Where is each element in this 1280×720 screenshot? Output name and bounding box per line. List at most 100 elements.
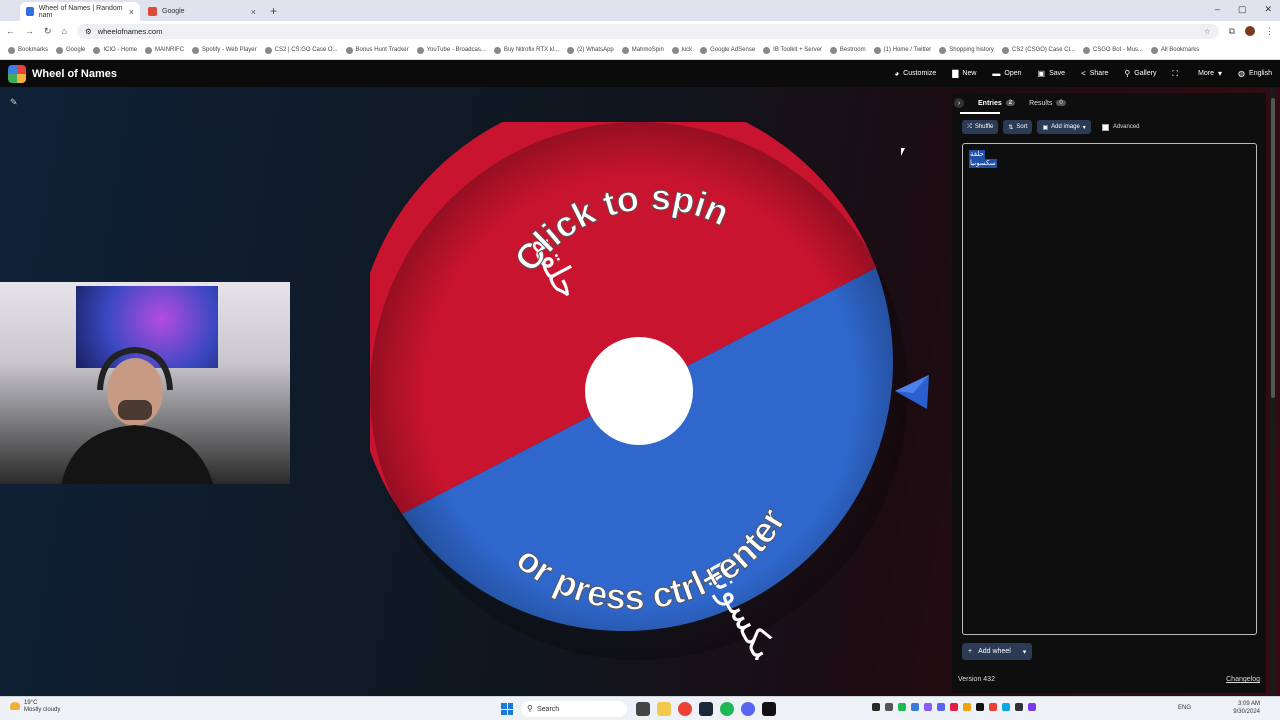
tray-app-icon[interactable] bbox=[1028, 703, 1036, 711]
tray-app-icon[interactable] bbox=[1002, 703, 1010, 711]
tray-app-icon[interactable] bbox=[885, 703, 893, 711]
profile-avatar[interactable] bbox=[1245, 26, 1255, 36]
page-scrollbar[interactable] bbox=[1270, 88, 1276, 695]
app-title[interactable]: Wheel of Names bbox=[32, 68, 117, 80]
menu-open-button[interactable]: ▬ Open bbox=[992, 69, 1021, 78]
wheel-center[interactable] bbox=[585, 337, 693, 445]
bookmark-item[interactable]: YouTube - Broadcas... bbox=[416, 46, 486, 54]
bookmark-item[interactable]: Buy Nitrofix RTX kl... bbox=[493, 46, 559, 54]
clock-time: 3:09 AM bbox=[1237, 701, 1260, 707]
bookmark-item[interactable]: Spotify - Web Player bbox=[192, 46, 257, 54]
scrollbar-thumb[interactable] bbox=[1271, 98, 1275, 398]
menu-gallery-button[interactable]: ⚲ Gallery bbox=[1124, 69, 1156, 78]
home-icon[interactable]: ⌂ bbox=[62, 26, 67, 36]
tray-app-icon[interactable] bbox=[989, 703, 997, 711]
browser-menu-icon[interactable]: ⋮ bbox=[1265, 26, 1274, 37]
reload-icon[interactable]: ↻ bbox=[44, 26, 52, 37]
bookmark-item[interactable]: Bestroom bbox=[829, 46, 866, 54]
tray-app-icon[interactable] bbox=[872, 703, 880, 711]
wheel[interactable]: حلقة سكسونيا Click to spin or press ctrl… bbox=[370, 122, 908, 660]
tab-entries[interactable]: Entries 2 bbox=[978, 100, 1016, 107]
bookmark-item[interactable]: (2) WhatsApp bbox=[567, 46, 614, 54]
bookmark-label: YouTube - Broadcas... bbox=[426, 47, 486, 53]
chevron-down-icon[interactable]: ▾ bbox=[1023, 648, 1027, 656]
add-wheel-button[interactable]: + Add wheel ▾ bbox=[962, 643, 1033, 660]
bookmark-label: MAINRIFC bbox=[155, 47, 185, 53]
start-button-icon[interactable] bbox=[501, 703, 513, 715]
sort-icon: ⇅ bbox=[1008, 124, 1014, 131]
chrome-icon[interactable] bbox=[678, 702, 692, 716]
tray-app-icon[interactable] bbox=[1015, 703, 1023, 711]
bookmark-item[interactable]: Google bbox=[56, 46, 85, 54]
bookmark-favicon-icon bbox=[763, 46, 771, 54]
edit-pencil-icon[interactable]: ✎ bbox=[10, 97, 22, 109]
changelog-link[interactable]: Changelog bbox=[1226, 676, 1260, 683]
menu-save-button[interactable]: ▣ Save bbox=[1038, 69, 1066, 78]
browser-tab-google[interactable]: Google × bbox=[142, 2, 262, 21]
browser-tab-wheel[interactable]: Wheel of Names | Random nam × bbox=[20, 2, 140, 21]
spotify-icon[interactable] bbox=[720, 702, 734, 716]
tab-results[interactable]: Results 0 bbox=[1029, 100, 1066, 107]
bookmark-item[interactable]: kick bbox=[671, 46, 692, 54]
bookmark-item[interactable]: CS2 (CSGO) Case Cl... bbox=[1001, 46, 1075, 54]
weather-widget[interactable]: 19°C Mostly cloudy bbox=[10, 700, 60, 714]
tray-app-icon[interactable] bbox=[911, 703, 919, 711]
language-indicator[interactable]: ENG bbox=[1178, 705, 1191, 711]
bookmark-item[interactable]: ICIO - Home bbox=[93, 46, 137, 54]
menu-more-button[interactable]: More ▾ bbox=[1198, 69, 1222, 78]
bookmark-star-icon[interactable]: ☆ bbox=[1204, 27, 1211, 36]
maximize-icon[interactable]: ▢ bbox=[1238, 4, 1247, 15]
close-tab-icon[interactable]: × bbox=[251, 7, 256, 17]
menu-english-button[interactable]: ◍ English bbox=[1238, 69, 1272, 78]
bookmark-item[interactable]: CS2 | CS:GO Case O... bbox=[264, 46, 338, 54]
forward-icon[interactable]: → bbox=[25, 26, 34, 36]
minimize-icon[interactable]: – bbox=[1215, 4, 1220, 15]
steam-icon[interactable] bbox=[699, 702, 713, 716]
extensions-icon[interactable]: ⧉ bbox=[1229, 26, 1235, 37]
task-view-icon[interactable] bbox=[636, 702, 650, 716]
epic-games-icon[interactable] bbox=[762, 702, 776, 716]
shuffle-button[interactable]: ⤮ Shuffle bbox=[962, 120, 999, 134]
checkbox-box[interactable] bbox=[1101, 123, 1109, 131]
menu-new-button[interactable]: ▇ New bbox=[952, 69, 976, 78]
back-icon[interactable]: ← bbox=[6, 26, 15, 36]
collapse-panel-icon[interactable]: › bbox=[954, 98, 964, 108]
tray-app-icon[interactable] bbox=[963, 703, 971, 711]
bookmark-item[interactable]: MahmoSpin bbox=[621, 46, 664, 54]
menu-share-button[interactable]: < Share bbox=[1081, 69, 1108, 78]
bookmark-item[interactable]: Bookmarks bbox=[8, 46, 48, 54]
app-logo-icon[interactable] bbox=[8, 64, 26, 83]
new-tab-icon[interactable]: + bbox=[270, 4, 277, 18]
bookmark-item[interactable]: CSGO Bot - Mus... bbox=[1082, 46, 1143, 54]
tray-app-icon[interactable] bbox=[950, 703, 958, 711]
close-tab-icon[interactable]: × bbox=[129, 7, 134, 17]
tray-app-icon[interactable] bbox=[976, 703, 984, 711]
bookmark-item[interactable]: Google AdSense bbox=[700, 46, 755, 54]
bookmark-item[interactable]: MAINRIFC bbox=[145, 46, 185, 54]
bookmark-item[interactable]: IB Toolkit + Server bbox=[763, 46, 822, 54]
menu-customize-button[interactable]: ◕ Customize bbox=[894, 69, 936, 78]
site-info-icon[interactable]: ⚙ bbox=[85, 27, 92, 36]
results-tab-label: Results bbox=[1029, 99, 1053, 107]
taskbar-apps bbox=[636, 702, 776, 716]
discord-icon[interactable] bbox=[741, 702, 755, 716]
tray-app-icon[interactable] bbox=[937, 703, 945, 711]
taskbar-search[interactable]: ⚲ Search bbox=[521, 701, 627, 717]
file-explorer-icon[interactable] bbox=[657, 702, 671, 716]
bookmark-item[interactable]: All Bookmarks bbox=[1150, 46, 1199, 54]
tray-app-icon[interactable] bbox=[898, 703, 906, 711]
entries-textarea[interactable]: حلقة سكسونيا bbox=[962, 143, 1257, 635]
url-input[interactable]: ⚙ wheelofnames.com ☆ bbox=[76, 23, 1219, 39]
taskbar-clock[interactable]: 3:09 AM 9/30/2024 bbox=[1233, 700, 1260, 716]
bookmark-item[interactable]: (1) Home / Twitter bbox=[873, 46, 931, 54]
bookmark-item[interactable]: Shopping history bbox=[939, 46, 994, 54]
advanced-checkbox[interactable]: Advanced bbox=[1101, 123, 1140, 131]
close-window-icon[interactable]: ✕ bbox=[1264, 4, 1272, 15]
weather-cloud-icon bbox=[10, 702, 20, 710]
tray-app-icon[interactable] bbox=[924, 703, 932, 711]
sort-button[interactable]: ⇅ Sort bbox=[1003, 120, 1033, 134]
menu-fullscreen-button[interactable]: ⛶ bbox=[1172, 69, 1182, 79]
bookmark-item[interactable]: Bonus Hunt Tracker bbox=[345, 46, 409, 54]
sort-label: Sort bbox=[1016, 124, 1028, 130]
add-image-button[interactable]: ▣ Add image ▾ bbox=[1037, 120, 1091, 134]
